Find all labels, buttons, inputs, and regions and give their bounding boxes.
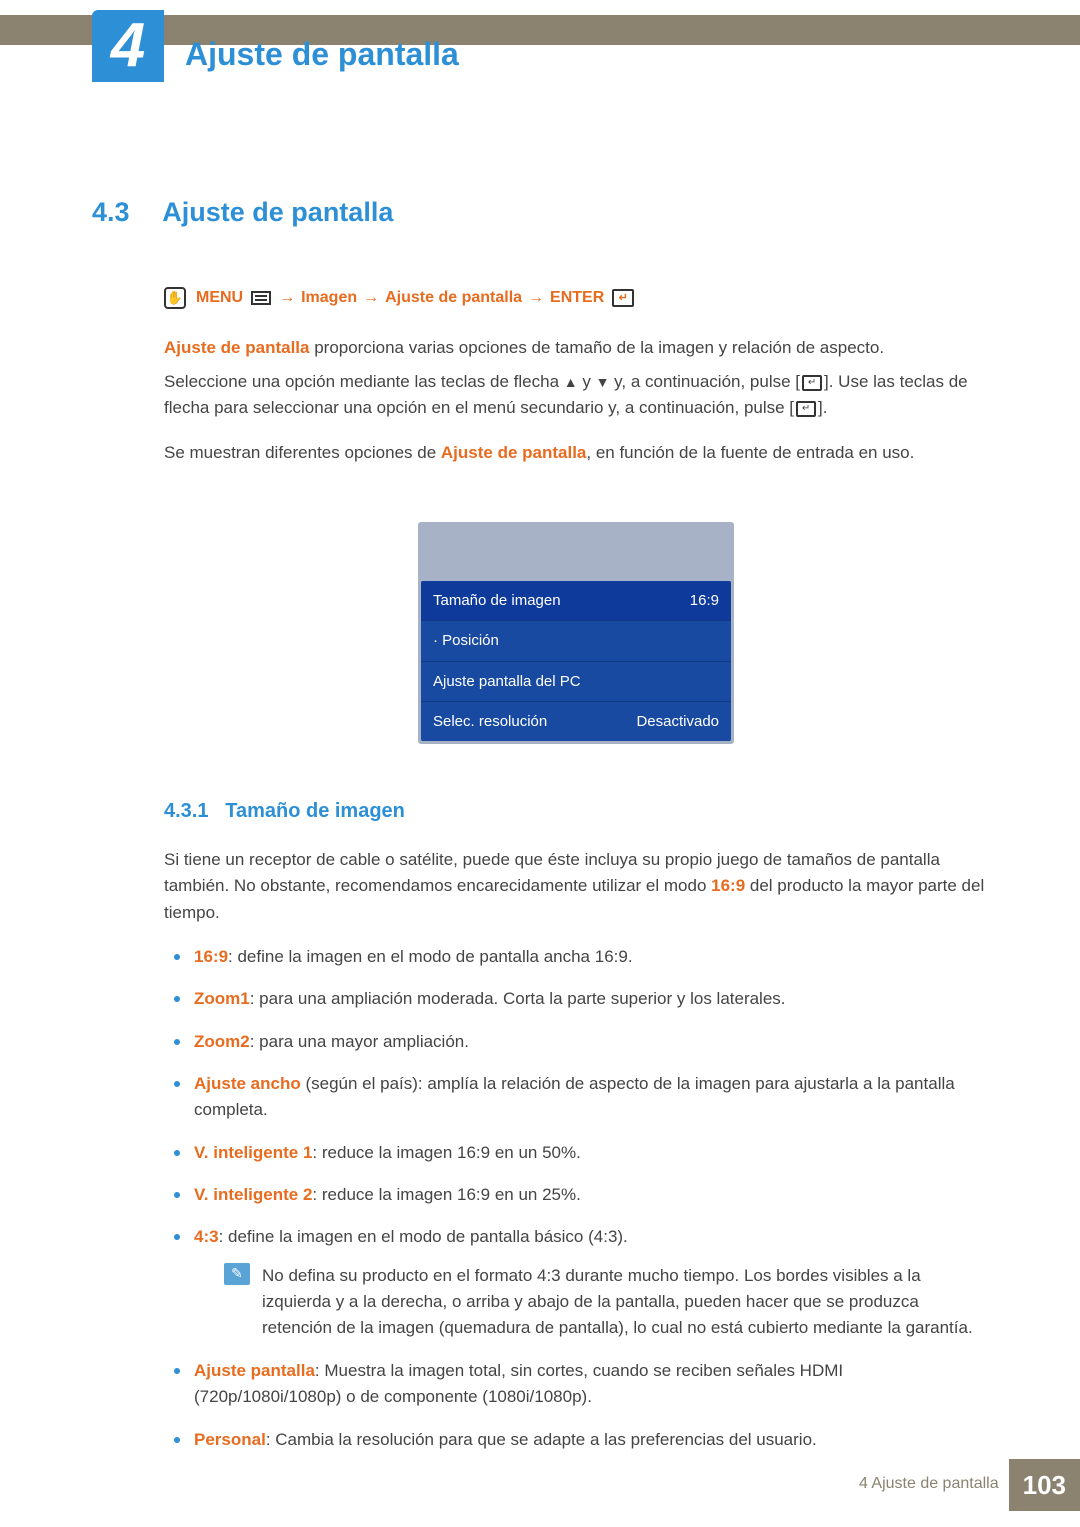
breadcrumb-enter: ENTER bbox=[550, 286, 604, 311]
list-item: 4:3: define la imagen en el modo de pant… bbox=[164, 1224, 988, 1341]
arrow-icon: → bbox=[363, 286, 379, 311]
menu-bars-icon bbox=[251, 291, 271, 305]
osd-row: Tamaño de imagen 16:9 bbox=[421, 581, 731, 620]
chapter-tab: 4 bbox=[92, 10, 164, 82]
page-footer: 4 Ajuste de pantalla 103 bbox=[859, 1459, 1080, 1511]
list-item: Ajuste ancho (según el país): amplía la … bbox=[164, 1071, 988, 1124]
page-number: 103 bbox=[1009, 1459, 1080, 1511]
breadcrumb-item: Imagen bbox=[301, 286, 357, 311]
osd-row: Selec. resolución Desactivado bbox=[421, 701, 731, 741]
footer-chapter-label: 4 Ajuste de pantalla bbox=[859, 1472, 999, 1497]
highlight-term: Ajuste de pantalla bbox=[441, 443, 586, 462]
osd-menu: Tamaño de imagen 16:9 · Posición Ajuste … bbox=[418, 522, 734, 744]
list-item: 16:9: define la imagen en el modo de pan… bbox=[164, 944, 988, 970]
subsection-title: Tamaño de imagen bbox=[225, 800, 405, 822]
osd-row-label: Selec. resolución bbox=[433, 710, 547, 733]
subsection-number: 4.3.1 bbox=[164, 800, 208, 822]
osd-row: · Posición bbox=[421, 620, 731, 660]
list-item: Ajuste pantalla: Muestra la imagen total… bbox=[164, 1358, 988, 1411]
osd-row-label: Ajuste pantalla del PC bbox=[433, 670, 581, 693]
arrow-icon: → bbox=[279, 286, 295, 311]
breadcrumb-item: Ajuste de pantalla bbox=[385, 286, 522, 311]
intro-text: Ajuste de pantalla proporciona varias op… bbox=[164, 335, 988, 744]
section-number: 4.3 bbox=[92, 197, 130, 227]
chapter-number: 4 bbox=[111, 0, 145, 94]
highlight-term: 16:9 bbox=[711, 876, 745, 895]
note-text: No defina su producto en el formato 4:3 … bbox=[262, 1263, 988, 1342]
arrow-icon: → bbox=[528, 286, 544, 311]
breadcrumb-menu: MENU bbox=[196, 286, 243, 311]
menu-breadcrumb: ✋ MENU → Imagen → Ajuste de pantalla → E… bbox=[164, 286, 988, 311]
subsection: 4.3.1 Tamaño de imagen Si tiene un recep… bbox=[164, 796, 988, 1453]
enter-icon: ↵ bbox=[796, 401, 816, 417]
list-item: Zoom1: para una ampliación moderada. Cor… bbox=[164, 986, 988, 1012]
note: ✎ No defina su producto en el formato 4:… bbox=[194, 1263, 988, 1342]
list-item: Personal: Cambia la resolución para que … bbox=[164, 1427, 988, 1453]
osd-row-label: Tamaño de imagen bbox=[433, 589, 561, 612]
down-arrow-icon: ▼ bbox=[596, 374, 610, 390]
chapter-title: Ajuste de pantalla bbox=[185, 30, 459, 80]
enter-icon: ↵ bbox=[802, 375, 822, 391]
note-icon: ✎ bbox=[224, 1263, 250, 1285]
list-item: Zoom2: para una mayor ampliación. bbox=[164, 1029, 988, 1055]
list-item: V. inteligente 2: reduce la imagen 16:9 … bbox=[164, 1182, 988, 1208]
remote-icon: ✋ bbox=[164, 287, 186, 309]
osd-row-label: · Posición bbox=[433, 629, 499, 652]
list-item: V. inteligente 1: reduce la imagen 16:9 … bbox=[164, 1140, 988, 1166]
up-arrow-icon: ▲ bbox=[564, 374, 578, 390]
osd-row-value: Desactivado bbox=[636, 710, 719, 733]
enter-icon: ↵ bbox=[612, 289, 634, 307]
options-list: 16:9: define la imagen en el modo de pan… bbox=[164, 944, 988, 1453]
osd-row: Ajuste pantalla del PC bbox=[421, 661, 731, 701]
highlight-term: Ajuste de pantalla bbox=[164, 338, 309, 357]
section-title: Ajuste de pantalla bbox=[162, 197, 393, 227]
osd-row-value: 16:9 bbox=[690, 589, 719, 612]
section-content: 4.3 Ajuste de pantalla ✋ MENU → Imagen →… bbox=[92, 192, 988, 1453]
